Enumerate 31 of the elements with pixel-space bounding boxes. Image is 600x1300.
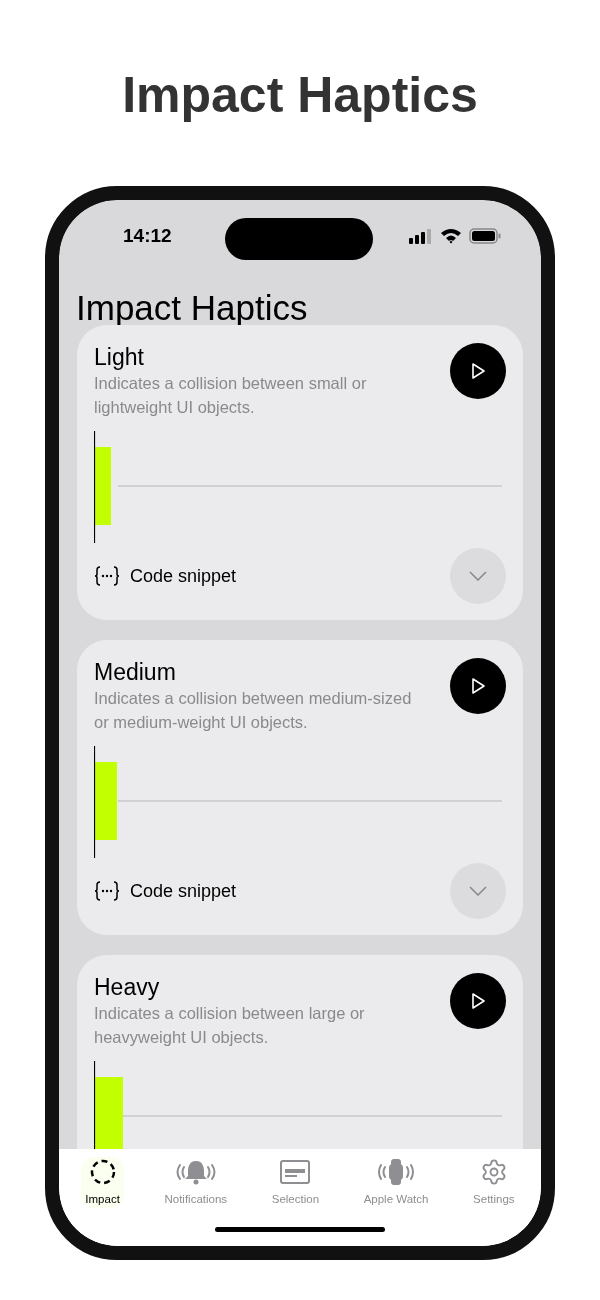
tab-item[interactable]: Notifications — [160, 1157, 232, 1209]
chevron-down-icon — [469, 571, 487, 581]
card-title: Light — [94, 343, 145, 371]
wifi-icon — [440, 228, 462, 244]
play-icon — [470, 362, 486, 380]
page-title: Impact Haptics — [122, 70, 478, 120]
card-description: Indicates a collision between medium-sized or medium-weight UI objects. — [94, 688, 413, 733]
battery-icon — [469, 228, 501, 244]
screen-title: Impact Haptics — [76, 290, 309, 325]
play-icon — [470, 992, 486, 1010]
play-button[interactable] — [450, 343, 506, 399]
code-snippet-label: Code snippet — [130, 564, 237, 588]
code-braces-icon — [94, 565, 120, 587]
status-time: 14:12 — [123, 223, 172, 248]
card-title: Medium — [94, 658, 177, 686]
chevron-down-icon — [469, 886, 487, 896]
dashed-circle-icon — [88, 1158, 117, 1186]
tab-item[interactable]: Apple Watch — [359, 1157, 433, 1209]
tab-item[interactable]: Settings — [469, 1157, 519, 1209]
play-button[interactable] — [450, 658, 506, 714]
card-icon — [279, 1159, 312, 1185]
card-title: Heavy — [94, 973, 161, 1001]
play-button[interactable] — [450, 973, 506, 1029]
tab-item[interactable]: Selection — [267, 1157, 324, 1209]
play-icon — [470, 677, 486, 695]
signal-icon — [409, 228, 433, 244]
code-braces-icon — [94, 880, 120, 902]
code-snippet-label: Code snippet — [130, 879, 237, 903]
card-description: Indicates a collision between small or lightweight UI objects. — [94, 373, 368, 418]
tab-item[interactable]: Impact — [81, 1157, 124, 1209]
card-description: Indicates a collision between large or heavyweight UI objects. — [94, 1003, 366, 1048]
